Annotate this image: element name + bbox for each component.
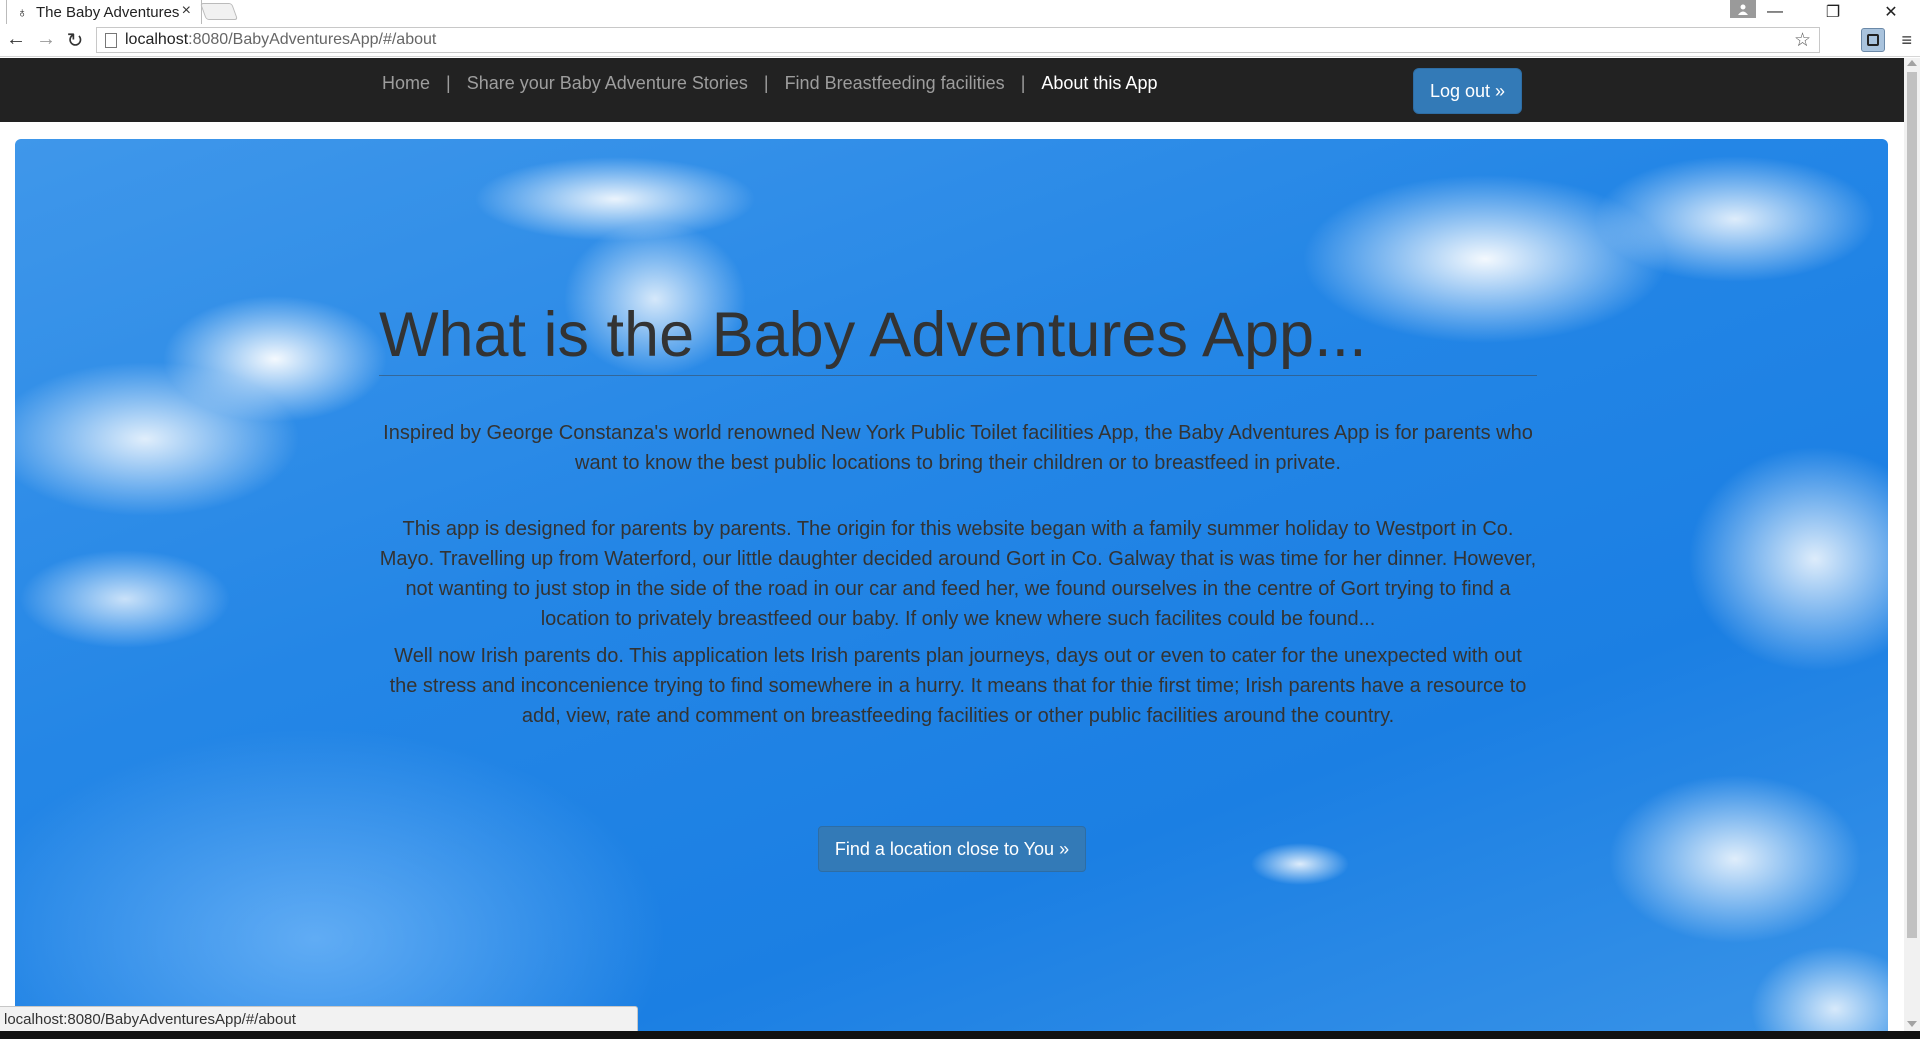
bookmark-star-icon[interactable]: ☆ bbox=[1794, 29, 1811, 52]
scroll-up-icon[interactable] bbox=[1907, 60, 1917, 66]
nav-separator: | bbox=[446, 73, 451, 93]
scroll-down-icon[interactable] bbox=[1907, 1021, 1917, 1027]
status-bubble: localhost:8080/BabyAdventuresApp/#/about bbox=[0, 1006, 638, 1031]
page-scrollbar[interactable] bbox=[1904, 58, 1920, 1031]
restore-icon[interactable]: ❐ bbox=[1804, 0, 1862, 24]
new-tab-button[interactable] bbox=[199, 3, 239, 20]
browser-tab[interactable]: ♁ The Baby Adventures × bbox=[6, 0, 202, 24]
reload-icon[interactable]: ↻ bbox=[63, 28, 87, 53]
nav-link-about[interactable]: About this App bbox=[1041, 73, 1157, 94]
nav-links: Home | Share your Baby Adventure Stories… bbox=[382, 73, 1157, 94]
nav-link-home[interactable]: Home bbox=[382, 73, 430, 94]
tab-title: The Baby Adventures bbox=[36, 3, 180, 21]
minimize-icon[interactable]: — bbox=[1746, 0, 1804, 24]
url-text: localhost:8080/BabyAdventuresApp/#/about bbox=[125, 31, 436, 49]
nav-separator: | bbox=[763, 73, 769, 93]
person-icon: ♁ bbox=[17, 4, 28, 20]
about-paragraph-1: Inspired by George Constanza's world ren… bbox=[383, 422, 1533, 474]
extension-icon[interactable] bbox=[1861, 28, 1885, 52]
nav-link-find-facilities[interactable]: Find Breastfeeding facilities bbox=[785, 73, 1005, 94]
page-title: What is the Baby Adventures App... bbox=[379, 300, 1367, 370]
window-controls: — ❐ ✕ bbox=[1746, 0, 1920, 24]
browser-tabstrip: ♁ The Baby Adventures × — ❐ ✕ bbox=[0, 0, 1920, 24]
logout-button[interactable]: Log out » bbox=[1413, 68, 1522, 114]
tab-close-icon[interactable]: × bbox=[182, 2, 191, 20]
about-paragraph-2: This app is designed for parents by pare… bbox=[379, 518, 1537, 630]
top-navbar: Home | Share your Baby Adventure Stories… bbox=[0, 58, 1904, 122]
nav-link-share-stories[interactable]: Share your Baby Adventure Stories bbox=[467, 73, 748, 94]
url-host: localhost bbox=[125, 31, 189, 48]
page-viewport: Home | Share your Baby Adventure Stories… bbox=[0, 58, 1904, 1031]
url-path: :8080/BabyAdventuresApp/#/about bbox=[188, 31, 437, 48]
back-icon[interactable]: ← bbox=[4, 28, 28, 51]
find-location-button[interactable]: Find a location close to You » bbox=[818, 826, 1086, 872]
menu-icon[interactable]: ≡ bbox=[1901, 30, 1912, 51]
forward-icon[interactable]: → bbox=[34, 28, 58, 51]
address-bar[interactable]: localhost:8080/BabyAdventuresApp/#/about… bbox=[96, 27, 1820, 53]
browser-toolbar: ← → ↻ localhost:8080/BabyAdventuresApp/#… bbox=[0, 24, 1920, 57]
hero-jumbotron: What is the Baby Adventures App... Inspi… bbox=[15, 139, 1888, 1031]
nav-separator: | bbox=[1020, 73, 1026, 93]
page-icon bbox=[105, 32, 117, 48]
about-paragraph-3: Well now Irish parents do. This applicat… bbox=[389, 645, 1527, 727]
scroll-thumb[interactable] bbox=[1907, 72, 1917, 938]
close-icon[interactable]: ✕ bbox=[1862, 0, 1920, 24]
title-divider bbox=[379, 375, 1537, 376]
os-taskbar bbox=[0, 1031, 1920, 1039]
